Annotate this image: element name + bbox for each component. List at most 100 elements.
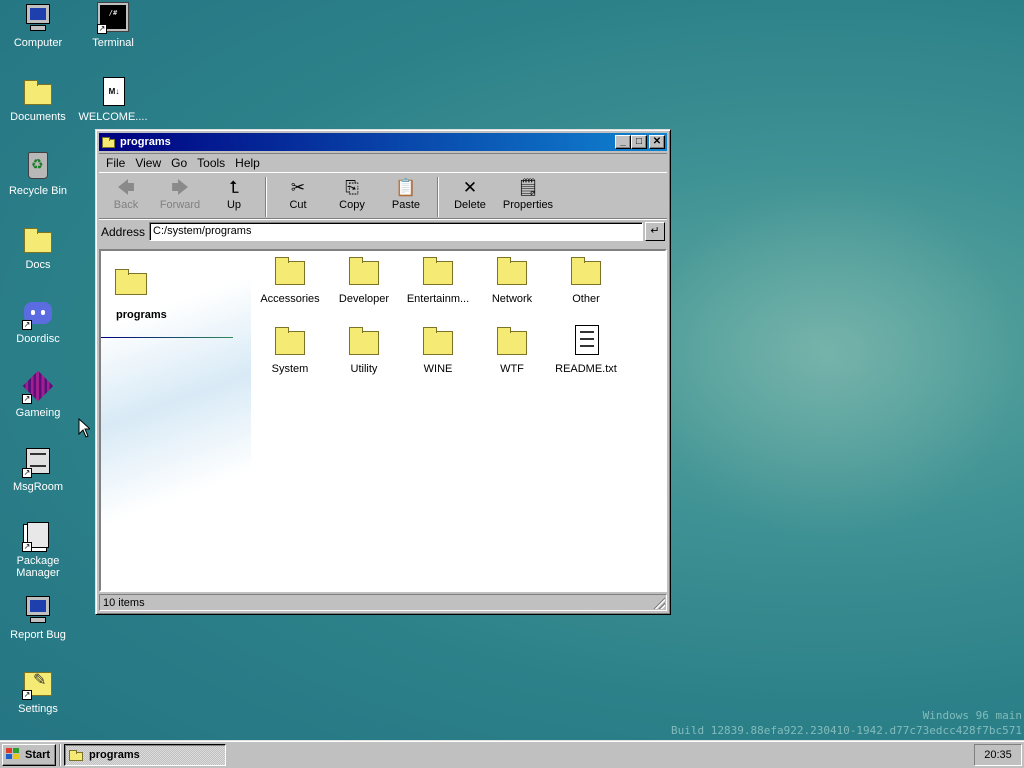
desktop-icon-report-bug[interactable]: Report Bug (0, 594, 76, 641)
properties-button[interactable]: 🗒 Properties (497, 177, 559, 211)
taskbar-item-programs[interactable]: programs (64, 743, 226, 766)
system-clock[interactable]: 20:35 (974, 743, 1022, 766)
file-name: Network (491, 293, 533, 305)
folder-icon (569, 253, 603, 287)
window-titlebar[interactable]: programs _ □ ✕ (99, 133, 667, 151)
desktop-icon-package-manager[interactable]: ↗ Package Manager (0, 520, 76, 579)
back-arrow-icon: 🡄 (117, 178, 135, 197)
clipboard-icon: 📋 (395, 178, 417, 197)
file-item-accessories[interactable]: Accessories (253, 253, 327, 305)
start-logo-icon (6, 747, 22, 762)
file-name: WINE (423, 363, 453, 375)
desktop-icon-label: Doordisc (16, 333, 60, 345)
forward-label: Forward (159, 199, 201, 211)
status-bar: 10 items (99, 593, 667, 611)
folder-icon (495, 253, 529, 287)
address-input[interactable]: C:/system/programs (149, 222, 643, 241)
folder-icon (273, 253, 307, 287)
file-item-network[interactable]: Network (475, 253, 549, 305)
back-button[interactable]: 🡄 Back (99, 177, 153, 211)
desktop-icon-label: Documents (10, 111, 66, 123)
explorer-window[interactable]: programs _ □ ✕ File View Go Tools Help 🡄… (95, 129, 671, 615)
folder-icon (273, 323, 307, 357)
close-button[interactable]: ✕ (649, 135, 665, 149)
folder-icon (69, 749, 85, 761)
properties-label: Properties (502, 199, 554, 211)
watermark-line: Windows 96 main (922, 709, 1022, 722)
file-item-system[interactable]: System (253, 323, 327, 375)
taskbar-item-label: programs (89, 748, 140, 761)
folder-icon (347, 323, 381, 357)
forward-arrow-icon: 🡆 (171, 178, 189, 197)
toolbar: 🡄 Back 🡆 Forward ⮤ Up ✂ Cut ⎘ Copy 📋 Pas… (99, 173, 667, 219)
copy-button[interactable]: ⎘ Copy (325, 177, 379, 211)
start-button[interactable]: Start (2, 743, 56, 766)
maximize-button[interactable]: □ (631, 135, 647, 149)
desktop-icon-gameing[interactable]: ↗ Gameing (0, 370, 76, 419)
desktop-icon-doordisc[interactable]: ↗ Doordisc (0, 298, 76, 345)
desktop-icon-label: Settings (18, 703, 58, 715)
address-bar: Address C:/system/programs ↵ (99, 219, 667, 243)
desktop-icon-label: WELCOME.... (78, 111, 148, 123)
copy-label: Copy (339, 199, 365, 211)
file-name: System (271, 363, 309, 375)
desktop-icon-label: Recycle Bin (8, 185, 68, 197)
file-item-wtf[interactable]: WTF (475, 323, 549, 375)
sidepane-title: programs (116, 309, 167, 321)
folder-icon (421, 253, 455, 287)
menu-tools[interactable]: Tools (192, 156, 230, 170)
documents-folder-icon (22, 76, 54, 108)
file-item-entertainment[interactable]: Entertainm... (401, 253, 475, 305)
desktop-icon-label: Gameing (15, 407, 61, 419)
desktop-icon-label: Report Bug (10, 629, 66, 641)
file-item-other[interactable]: Other (549, 253, 623, 305)
folder-icon (347, 253, 381, 287)
desktop-icon-msgroom[interactable]: ↗ MsgRoom (0, 446, 76, 493)
delete-button[interactable]: ✕ Delete (443, 177, 497, 211)
delete-label: Delete (454, 199, 486, 211)
menu-go[interactable]: Go (166, 156, 192, 170)
copy-icon: ⎘ (345, 178, 359, 197)
cut-button[interactable]: ✂ Cut (271, 177, 325, 211)
up-button[interactable]: ⮤ Up (207, 177, 261, 211)
folder-icon (421, 323, 455, 357)
file-name: README.txt (555, 363, 617, 375)
desktop-icon-computer[interactable]: Computer (0, 2, 76, 49)
desktop-icon-label: Docs (25, 259, 51, 271)
desktop-icon-docs[interactable]: Docs (0, 224, 76, 271)
cut-label: Cut (289, 199, 307, 211)
desktop-icon-welcome[interactable]: M↓ WELCOME.... (75, 76, 151, 123)
folder-icon (22, 224, 54, 256)
desktop-icon-terminal[interactable]: /# ↗ Terminal (75, 2, 151, 49)
file-item-wine[interactable]: WINE (401, 323, 475, 375)
file-item-developer[interactable]: Developer (327, 253, 401, 305)
file-item-readme[interactable]: README.txt (549, 323, 623, 375)
address-go-button[interactable]: ↵ (645, 222, 665, 241)
folder-icon (102, 136, 116, 148)
discord-icon: ↗ (22, 298, 54, 330)
paste-button[interactable]: 📋 Paste (379, 177, 433, 211)
markdown-file-icon: M↓ (97, 76, 129, 108)
file-name: WTF (500, 363, 524, 375)
properties-icon: 🗒 (517, 178, 539, 197)
toolbar-separator (437, 177, 439, 217)
start-label: Start (25, 748, 51, 761)
menu-bar: File View Go Tools Help (99, 153, 667, 173)
menu-help[interactable]: Help (230, 156, 265, 170)
forward-button[interactable]: 🡆 Forward (153, 177, 207, 211)
resize-grip-icon[interactable] (653, 597, 665, 609)
desktop-icon-label: MsgRoom (12, 481, 64, 493)
file-view[interactable]: programs Accessories Developer Entertain… (99, 249, 667, 592)
minimize-button[interactable]: _ (615, 135, 631, 149)
file-name: Other (572, 293, 600, 305)
menu-file[interactable]: File (101, 156, 130, 170)
paste-label: Paste (391, 199, 421, 211)
desktop-icon-documents[interactable]: Documents (0, 76, 76, 123)
menu-view[interactable]: View (130, 156, 166, 170)
desktop-icon-recycle-bin[interactable]: Recycle Bin (0, 150, 76, 197)
status-item-count: 10 items (99, 593, 667, 611)
desktop-icon-settings[interactable]: ↗ Settings (0, 668, 76, 715)
file-item-utility[interactable]: Utility (327, 323, 401, 375)
toolbar-separator (265, 177, 267, 217)
build-watermark: Windows 96 main Build 12839.88efa922.230… (671, 708, 1022, 738)
